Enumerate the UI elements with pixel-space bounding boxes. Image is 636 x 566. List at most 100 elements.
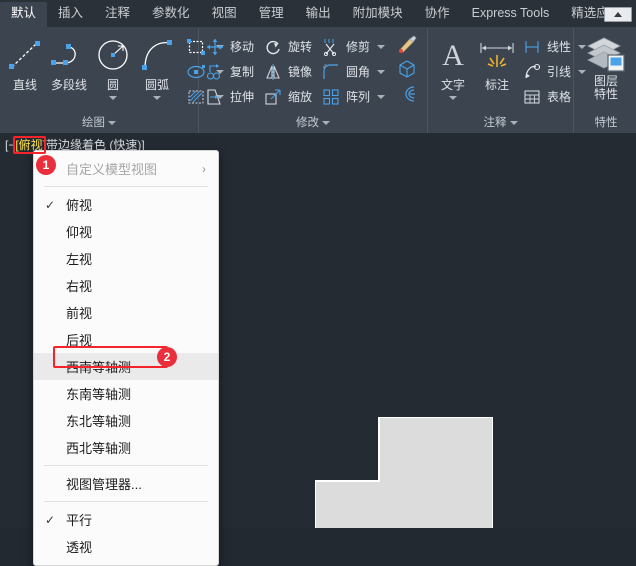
panel-layers-body: 图层 特性 xyxy=(574,28,636,113)
modify-trim-label: 修剪 xyxy=(346,40,371,54)
draw-polyline-label: 多段线 xyxy=(50,78,87,92)
annotation-text-button[interactable]: A 文字 xyxy=(431,33,475,100)
draw-circle-label: 圆 xyxy=(106,78,119,92)
tab-addins[interactable]: 附加模块 xyxy=(342,2,414,27)
chevron-down-icon[interactable] xyxy=(377,94,386,99)
panel-modify-title[interactable]: 修改 xyxy=(199,113,427,133)
menu-item-northwest-isometric[interactable]: 西北等轴测 xyxy=(34,434,218,461)
menu-item-southeast-isometric[interactable]: 东南等轴测 xyxy=(34,380,218,407)
draw-circle-button[interactable]: 圆 xyxy=(91,33,135,100)
tab-output[interactable]: 输出 xyxy=(295,2,342,27)
panel-annotation-title[interactable]: 注释 xyxy=(428,113,573,133)
tab-annotate[interactable]: 注释 xyxy=(94,2,141,27)
check-icon: ✓ xyxy=(44,512,56,527)
step-badge-1: 1 xyxy=(36,155,56,175)
tab-default[interactable]: 默认 xyxy=(0,2,48,27)
modify-offset-button[interactable] xyxy=(387,84,427,109)
tab-insert[interactable]: 插入 xyxy=(47,2,94,27)
move-icon xyxy=(202,38,228,56)
draw-line-label: 直线 xyxy=(12,78,37,92)
modify-copy-label: 复制 xyxy=(230,65,255,79)
modify-column-2: 旋转 镜像 缩放 xyxy=(260,33,312,109)
leader-icon xyxy=(519,63,545,81)
linear-dimension-icon xyxy=(519,38,545,56)
tab-express-tools[interactable]: Express Tools xyxy=(461,2,561,27)
modify-scale-label: 缩放 xyxy=(288,90,313,104)
modify-mirror-button[interactable]: 镜像 xyxy=(260,59,312,84)
panel-layers-title[interactable]: 特性 xyxy=(574,113,636,133)
modify-move-button[interactable]: 移动 xyxy=(202,34,254,59)
menu-item-top-view[interactable]: ✓ 俯视 xyxy=(34,191,218,218)
polyline-icon xyxy=(47,35,91,75)
table-icon xyxy=(519,88,545,106)
panel-modify: 移动 复制 拉伸 旋转 镜像 缩放 修剪 圆角 阵列 修改 xyxy=(199,28,428,133)
modify-trim-button[interactable]: 修剪 xyxy=(318,34,386,59)
modify-copy-button[interactable]: 复制 xyxy=(202,59,254,84)
chevron-down-icon[interactable] xyxy=(322,120,330,125)
modify-rotate-button[interactable]: 旋转 xyxy=(260,34,312,59)
annotation-dimension-button[interactable]: 标注 xyxy=(475,33,519,93)
menu-item-view-manager[interactable]: 视图管理器... xyxy=(34,470,218,497)
modify-stretch-label: 拉伸 xyxy=(230,90,255,104)
modify-fillet-button[interactable]: 圆角 xyxy=(318,59,386,84)
chevron-right-icon: › xyxy=(202,161,206,176)
collapse-ribbon-icon[interactable] xyxy=(604,7,632,22)
menu-item-left-view[interactable]: 左视 xyxy=(34,245,218,272)
chevron-down-icon[interactable] xyxy=(377,69,386,74)
check-icon: ✓ xyxy=(44,197,56,212)
chevron-down-icon[interactable] xyxy=(449,96,457,100)
modify-scale-button[interactable]: 缩放 xyxy=(260,84,312,109)
trim-icon xyxy=(318,38,344,56)
panel-draw: 直线 多段线 圆 圆弧 绘图 xyxy=(0,28,224,133)
menu-item-left-view-label: 左视 xyxy=(66,252,93,267)
modify-column-1: 移动 复制 拉伸 xyxy=(202,33,254,109)
tab-view[interactable]: 视图 xyxy=(201,2,248,27)
menu-item-custom-model-view[interactable]: 自定义模型视图 › xyxy=(34,155,218,182)
layer-properties-button[interactable]: 图层 特性 xyxy=(577,33,635,101)
menu-item-southwest-isometric-highlight xyxy=(53,346,168,368)
modify-array-button[interactable]: 阵列 xyxy=(318,84,386,109)
tab-parametric[interactable]: 参数化 xyxy=(141,2,201,27)
array-icon xyxy=(318,88,344,106)
svg-text:A: A xyxy=(442,39,464,72)
chevron-down-icon[interactable] xyxy=(153,96,161,100)
chevron-down-icon[interactable] xyxy=(109,96,117,100)
layer-properties-label-2: 特性 xyxy=(593,87,618,101)
modify-3d-solid-button[interactable] xyxy=(387,59,427,84)
match-properties-icon xyxy=(397,35,417,58)
annotation-linear-label: 线性 xyxy=(547,40,572,54)
tab-manage[interactable]: 管理 xyxy=(248,2,295,27)
chevron-down-icon[interactable] xyxy=(509,120,518,125)
menu-separator xyxy=(44,501,208,502)
offset-icon xyxy=(397,85,417,108)
chevron-down-icon[interactable] xyxy=(108,120,116,125)
draw-line-button[interactable]: 直线 xyxy=(3,33,47,93)
panel-layers: 图层 特性 特性 xyxy=(574,28,636,133)
copy-icon xyxy=(202,63,228,81)
modify-match-properties-button[interactable] xyxy=(387,34,427,59)
panel-draw-title[interactable]: 绘图 xyxy=(0,113,198,133)
l-shaped-polygon[interactable] xyxy=(315,417,493,528)
panel-annotation-body: A 文字 标注 线性 引线 表格 xyxy=(428,28,587,113)
menu-item-front-view-label: 前视 xyxy=(66,306,93,321)
menu-item-right-view[interactable]: 右视 xyxy=(34,272,218,299)
menu-item-custom-model-view-label: 自定义模型视图 xyxy=(66,162,158,177)
viewport-view-label-highlight xyxy=(13,136,46,154)
modify-array-label: 阵列 xyxy=(346,90,371,104)
modify-stretch-button[interactable]: 拉伸 xyxy=(202,84,254,109)
modify-move-label: 移动 xyxy=(230,40,255,54)
tab-collaborate[interactable]: 协作 xyxy=(414,2,461,27)
menu-item-parallel-label: 平行 xyxy=(66,513,93,528)
modify-column-3: 修剪 圆角 阵列 xyxy=(318,33,386,109)
menu-item-parallel[interactable]: ✓ 平行 xyxy=(34,506,218,533)
chevron-down-icon[interactable] xyxy=(377,44,386,49)
menu-item-front-view[interactable]: 前视 xyxy=(34,299,218,326)
dimension-icon xyxy=(475,35,519,75)
step-badge-2: 2 xyxy=(157,347,177,367)
menu-item-perspective[interactable]: 透视 xyxy=(34,533,218,560)
draw-arc-button[interactable]: 圆弧 xyxy=(135,33,179,100)
draw-polyline-button[interactable]: 多段线 xyxy=(47,33,91,93)
menu-item-bottom-view[interactable]: 仰视 xyxy=(34,218,218,245)
annotation-text-label: 文字 xyxy=(440,78,465,92)
menu-item-northeast-isometric[interactable]: 东北等轴测 xyxy=(34,407,218,434)
